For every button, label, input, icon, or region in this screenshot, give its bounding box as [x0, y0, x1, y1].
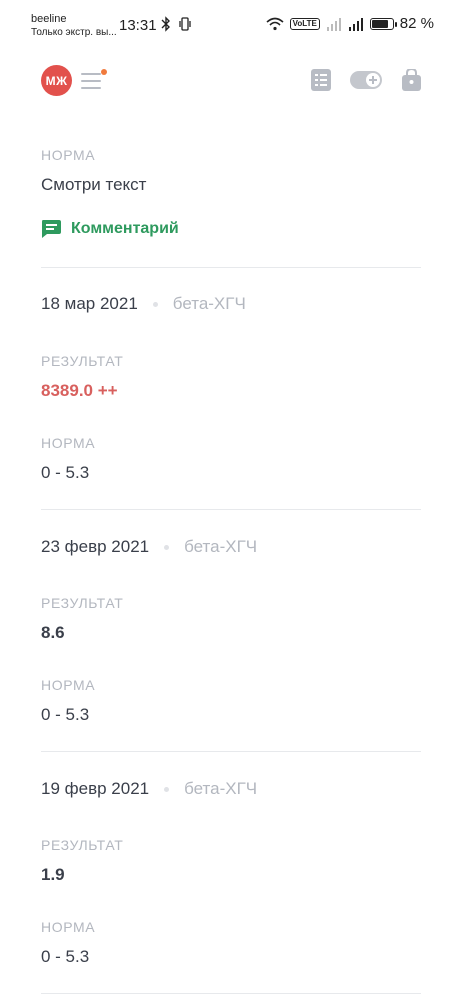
norm-value: 0 - 5.3 [41, 947, 90, 966]
clock: 13:31 [119, 17, 157, 34]
norm-label: НОРМА [41, 919, 96, 935]
avatar[interactable]: МЖ [41, 65, 72, 96]
divider [41, 509, 421, 510]
carrier-subtitle: Только экстр. вы... [31, 27, 117, 38]
test-name: бета-ХГЧ [172, 294, 246, 313]
test-name: бета-ХГЧ [184, 779, 258, 798]
divider [41, 267, 421, 268]
vibrate-icon [178, 16, 192, 32]
signal-icon [326, 17, 341, 31]
bag-icon[interactable] [402, 67, 421, 96]
battery-icon [369, 17, 397, 30]
status-icons: VoLTE 82 % [266, 15, 434, 32]
app-bar: МЖ [0, 60, 462, 100]
result-value: 8389.0 ++ [41, 381, 118, 400]
test-name: бета-ХГЧ [184, 537, 258, 556]
divider [41, 993, 421, 994]
norm-label: НОРМА [41, 677, 96, 693]
comment-button[interactable]: Комментарий [41, 220, 179, 238]
norm-value: Смотри текст [41, 175, 147, 194]
list-icon[interactable] [311, 69, 331, 96]
norm-value: 0 - 5.3 [41, 705, 90, 724]
comment-label: Комментарий [71, 220, 179, 237]
norm-value: 0 - 5.3 [41, 463, 90, 482]
result-label: РЕЗУЛЬТАТ [41, 837, 124, 853]
result-value: 1.9 [41, 865, 65, 884]
volte-badge: VoLTE [289, 17, 320, 30]
norm-label: НОРМА [41, 435, 96, 451]
result-label: РЕЗУЛЬТАТ [41, 595, 124, 611]
separator-dot [164, 544, 170, 550]
separator-dot [152, 301, 158, 307]
bluetooth-icon [161, 16, 171, 35]
result-value: 8.6 [41, 623, 65, 642]
battery-percent: 82 % [399, 15, 434, 32]
result-header: 19 февр 2021 бета-ХГЧ [41, 779, 257, 799]
result-header: 23 февр 2021 бета-ХГЧ [41, 537, 257, 557]
notification-dot [101, 69, 107, 75]
toggle-add-icon[interactable] [350, 71, 382, 94]
menu-button[interactable] [81, 69, 107, 91]
result-label: РЕЗУЛЬТАТ [41, 353, 124, 369]
norm-label: НОРМА [41, 147, 96, 163]
comment-icon [42, 220, 61, 238]
result-date: 19 февр 2021 [41, 779, 150, 798]
result-date: 18 мар 2021 [41, 294, 138, 313]
carrier-name: beeline [31, 13, 67, 25]
wifi-icon [266, 17, 284, 30]
result-date: 23 февр 2021 [41, 537, 150, 556]
result-header: 18 мар 2021 бета-ХГЧ [41, 294, 246, 314]
separator-dot [164, 786, 170, 792]
signal-icon [348, 17, 363, 31]
divider [41, 751, 421, 752]
status-bar: beeline Только экстр. вы... 13:31 VoLTE … [0, 0, 462, 48]
